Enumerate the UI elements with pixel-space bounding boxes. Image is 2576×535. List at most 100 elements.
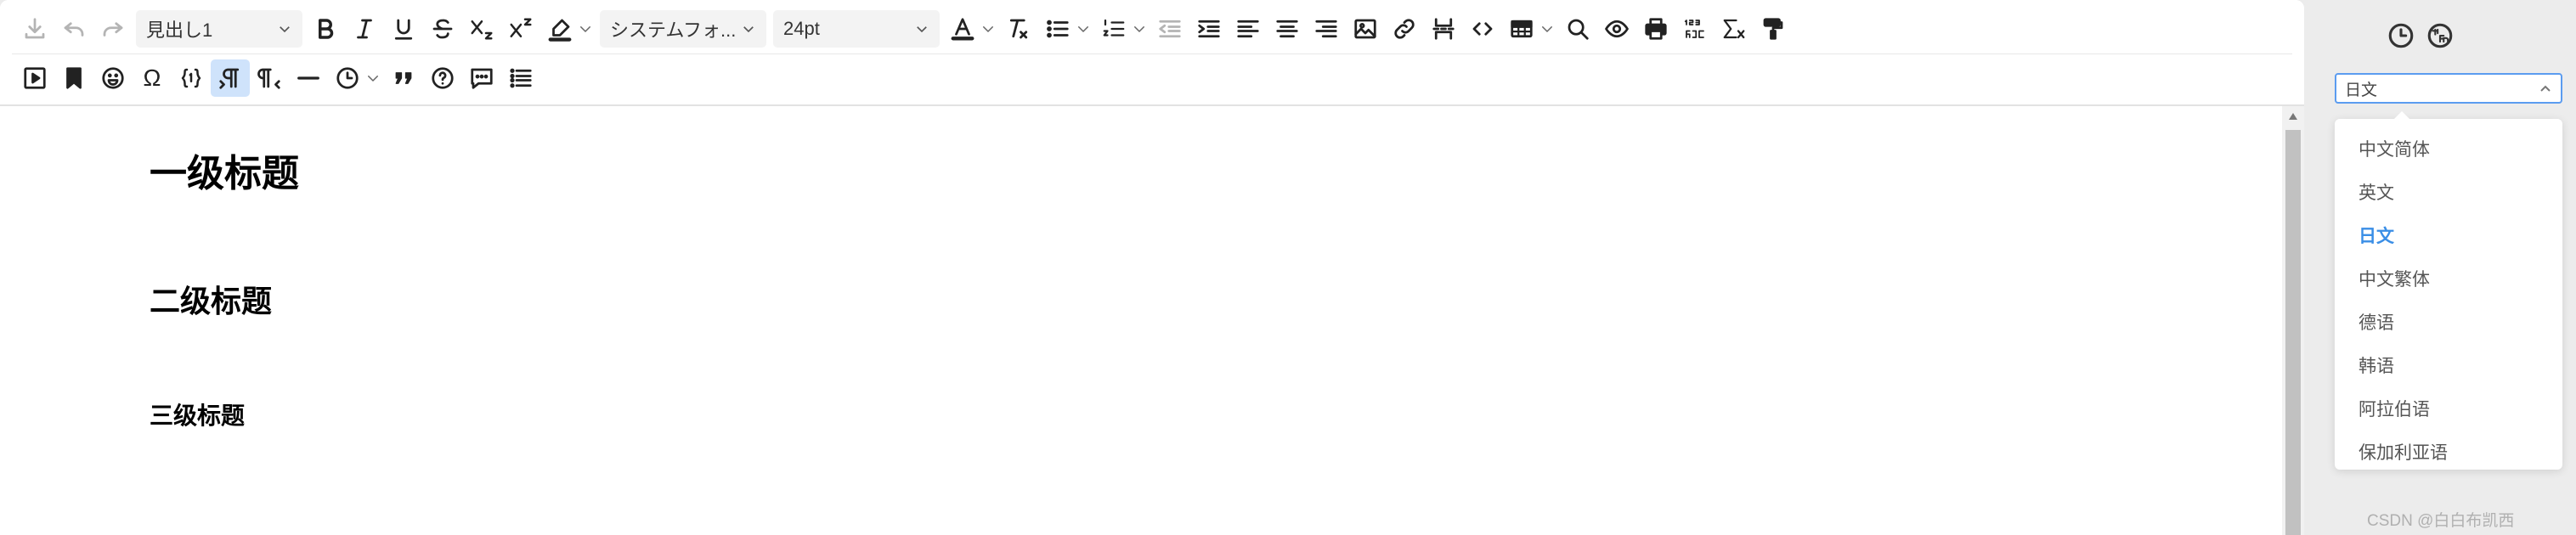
chevron-down-icon bbox=[917, 26, 927, 33]
language-option-bg[interactable]: 保加利亚语 bbox=[2359, 439, 2448, 465]
undo-button[interactable] bbox=[54, 10, 93, 48]
chevron-down-icon bbox=[743, 26, 754, 33]
align-right-icon bbox=[1315, 20, 1337, 38]
blockquote-button[interactable] bbox=[384, 59, 423, 97]
bullet-list-button[interactable] bbox=[1038, 10, 1094, 48]
align-center-button[interactable] bbox=[1268, 10, 1307, 48]
ltr-button[interactable] bbox=[211, 59, 250, 97]
side-panel: 日文 中文简体 英文 日文 中文繁体 德语 韩语 阿拉伯语 保加利亚语 bbox=[2304, 0, 2576, 535]
translate-button[interactable] bbox=[2423, 19, 2457, 53]
blockquote-icon bbox=[395, 72, 412, 84]
insert-link-button[interactable] bbox=[1385, 10, 1424, 48]
rich-text-editor: 見出し1 システムフォ... 24pt Ω 一级标题 二级标题 三级标题 bbox=[0, 0, 2304, 535]
page-break-icon bbox=[1432, 18, 1455, 40]
format-painter-button[interactable] bbox=[1754, 10, 1793, 48]
chevron-up-icon bbox=[2540, 85, 2551, 92]
template-button[interactable] bbox=[172, 59, 211, 97]
page-break-button[interactable] bbox=[1424, 10, 1463, 48]
dropdown-pointer bbox=[2394, 111, 2409, 119]
bookmark-button[interactable] bbox=[54, 59, 93, 97]
font-color-button[interactable] bbox=[943, 10, 999, 48]
font-family-select[interactable]: システムフォ... bbox=[600, 10, 766, 48]
help-button[interactable] bbox=[423, 59, 462, 97]
heading-2[interactable]: 二级标题 bbox=[150, 277, 272, 321]
scroll-up-arrow[interactable] bbox=[2282, 106, 2304, 127]
font-size-value: 24pt bbox=[783, 18, 820, 39]
image-icon bbox=[1354, 19, 1376, 39]
language-option-ar[interactable]: 阿拉伯语 bbox=[2359, 396, 2430, 421]
clear-format-button[interactable] bbox=[999, 10, 1038, 48]
language-option-zh-hans[interactable]: 中文简体 bbox=[2359, 136, 2430, 161]
font-color-icon bbox=[951, 18, 974, 41]
table-button[interactable] bbox=[1502, 10, 1558, 48]
subscript-icon bbox=[471, 20, 493, 40]
editor-toolbar: 見出し1 システムフォ... 24pt Ω bbox=[0, 0, 2304, 106]
superscript-button[interactable] bbox=[501, 10, 540, 48]
format-painter-icon bbox=[1763, 18, 1783, 40]
table-of-contents-button[interactable] bbox=[501, 59, 540, 97]
bold-button[interactable] bbox=[306, 10, 345, 48]
numbered-list-button[interactable] bbox=[1094, 10, 1150, 48]
insert-image-button[interactable] bbox=[1346, 10, 1385, 48]
redo-button[interactable] bbox=[93, 10, 133, 48]
superscript-icon bbox=[510, 18, 532, 37]
insert-media-button[interactable] bbox=[15, 59, 54, 97]
heading-3[interactable]: 三级标题 bbox=[150, 397, 245, 431]
italic-icon bbox=[357, 19, 372, 39]
find-button[interactable] bbox=[1558, 10, 1597, 48]
language-option-ko[interactable]: 韩语 bbox=[2359, 352, 2394, 378]
language-option-ja[interactable]: 日文 bbox=[2359, 222, 2394, 248]
language-option-zh-hant[interactable]: 中文繁体 bbox=[2359, 266, 2430, 291]
special-character-button[interactable]: Ω bbox=[133, 59, 172, 97]
language-select[interactable]: 日文 bbox=[2335, 73, 2562, 104]
history-button[interactable] bbox=[2384, 19, 2418, 53]
history-icon bbox=[2388, 23, 2414, 48]
indent-button[interactable] bbox=[1189, 10, 1229, 48]
source-code-button[interactable] bbox=[1463, 10, 1502, 48]
align-right-button[interactable] bbox=[1307, 10, 1346, 48]
highlight-color-button[interactable] bbox=[540, 10, 596, 48]
outdent-button[interactable] bbox=[1150, 10, 1189, 48]
strikethrough-button[interactable] bbox=[423, 10, 462, 48]
toc-icon bbox=[510, 68, 532, 88]
align-left-button[interactable] bbox=[1229, 10, 1268, 48]
add-comment-button[interactable] bbox=[462, 59, 501, 97]
insert-datetime-button[interactable] bbox=[328, 59, 384, 97]
language-option-en[interactable]: 英文 bbox=[2359, 179, 2394, 205]
emoji-icon bbox=[102, 67, 124, 89]
print-button[interactable] bbox=[1636, 10, 1675, 48]
language-option-de[interactable]: 德语 bbox=[2359, 309, 2394, 335]
chevron-down-icon bbox=[1078, 26, 1088, 32]
subscript-button[interactable] bbox=[462, 10, 501, 48]
toolbar-row-1: 見出し1 システムフォ... 24pt bbox=[15, 5, 1793, 53]
chevron-down-icon bbox=[1542, 26, 1552, 32]
underline-button[interactable] bbox=[384, 10, 423, 48]
ltr-icon bbox=[219, 68, 240, 89]
horizontal-rule-icon bbox=[297, 76, 319, 80]
font-size-select[interactable]: 24pt bbox=[773, 10, 940, 48]
save-button[interactable] bbox=[15, 10, 54, 48]
preview-button[interactable] bbox=[1597, 10, 1636, 48]
paragraph-format-select[interactable]: 見出し1 bbox=[136, 10, 302, 48]
outdent-icon bbox=[1159, 20, 1181, 38]
search-icon bbox=[1568, 19, 1589, 40]
chevron-down-icon bbox=[983, 26, 993, 32]
bold-icon bbox=[319, 19, 334, 39]
formula-button[interactable] bbox=[1715, 10, 1754, 48]
vertical-scrollbar[interactable] bbox=[2282, 106, 2304, 535]
horizontal-line-button[interactable] bbox=[289, 59, 328, 97]
rtl-icon bbox=[257, 68, 280, 89]
comment-icon bbox=[471, 68, 493, 89]
chevron-down-icon bbox=[580, 26, 590, 32]
special-char-icon: Ω bbox=[143, 65, 161, 91]
spellcheck-button[interactable] bbox=[1675, 10, 1715, 48]
undo-icon bbox=[64, 22, 84, 37]
chevron-down-icon bbox=[280, 26, 290, 33]
italic-button[interactable] bbox=[345, 10, 384, 48]
heading-1[interactable]: 一级标题 bbox=[150, 143, 299, 197]
toolbar-row-2: Ω bbox=[15, 54, 540, 102]
rtl-button[interactable] bbox=[250, 59, 289, 97]
scrollbar-thumb[interactable] bbox=[2285, 130, 2301, 535]
emoji-button[interactable] bbox=[93, 59, 133, 97]
highlight-color-icon bbox=[548, 19, 572, 42]
